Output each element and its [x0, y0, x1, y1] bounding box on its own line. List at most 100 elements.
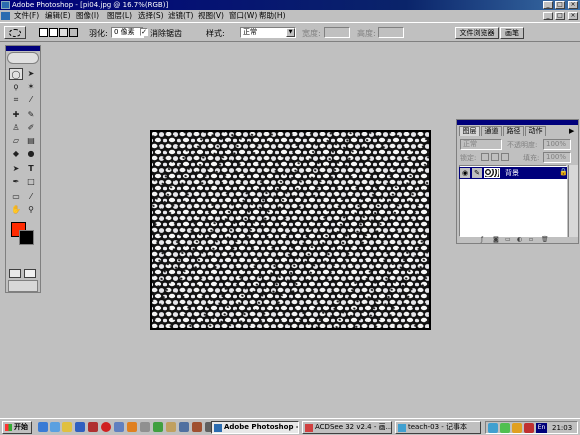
layer-row-background[interactable]: ◉ ✎ 背景 🔒: [459, 167, 568, 179]
image-canvas[interactable]: [150, 130, 431, 330]
quick-launch-icon-7[interactable]: [114, 422, 124, 432]
quick-launch-icon-4[interactable]: [75, 422, 85, 432]
photoshop-app-icon[interactable]: [1, 1, 10, 9]
path-selection-icon[interactable]: ➤: [9, 163, 23, 175]
quick-launch-icon-12[interactable]: [179, 422, 189, 432]
new-set-icon[interactable]: ▭: [505, 237, 511, 243]
menu-layer[interactable]: 图层(L): [107, 10, 132, 22]
notes-tool-icon[interactable]: ▭: [9, 191, 23, 203]
brush-link-icon[interactable]: ✎: [472, 168, 482, 178]
menu-edit[interactable]: 编辑(E): [45, 10, 71, 22]
tab-channels[interactable]: 通道: [481, 126, 502, 136]
blend-mode-select[interactable]: 正常: [460, 139, 502, 150]
lock-transparency-icon[interactable]: [481, 153, 489, 161]
width-input[interactable]: [324, 27, 350, 38]
healing-brush-icon[interactable]: ✚: [9, 109, 23, 121]
start-button[interactable]: 开始: [2, 421, 32, 434]
blur-tool-icon[interactable]: ◆: [9, 148, 23, 160]
magic-wand-icon[interactable]: ✶: [24, 81, 38, 93]
quick-launch-icon-13[interactable]: [192, 422, 202, 432]
menu-file[interactable]: 文件(F): [14, 10, 39, 22]
layer-mask-icon[interactable]: ◙: [493, 237, 499, 243]
slice-tool-icon[interactable]: ⁄: [24, 94, 38, 106]
menu-select[interactable]: 选择(S): [138, 10, 164, 22]
toolbox-title-bar[interactable]: [6, 46, 40, 51]
tab-layers[interactable]: 图层: [459, 126, 480, 136]
doc-close-button[interactable]: ×: [568, 12, 578, 20]
outlook-icon[interactable]: [62, 422, 72, 432]
antialias-checkbox[interactable]: ✓: [140, 28, 148, 36]
quick-launch-icon-6[interactable]: [101, 422, 111, 432]
quick-launch-icon-8[interactable]: [127, 422, 137, 432]
new-layer-icon[interactable]: ▫: [529, 237, 533, 243]
dodge-tool-icon[interactable]: ●: [24, 148, 38, 160]
history-brush-icon[interactable]: ✐: [24, 122, 38, 134]
lasso-tool-icon[interactable]: ϙ: [9, 81, 23, 93]
brushes-tab[interactable]: 画笔: [500, 27, 524, 39]
height-input[interactable]: [378, 27, 404, 38]
palette-title-bar[interactable]: [457, 120, 578, 125]
gradient-tool-icon[interactable]: ▤: [24, 135, 38, 147]
minimize-button[interactable]: _: [543, 1, 553, 9]
adjustment-layer-icon[interactable]: ◐: [517, 237, 522, 243]
type-tool-icon[interactable]: T: [24, 163, 38, 175]
add-selection-icon[interactable]: [49, 28, 58, 37]
quick-launch-icon-5[interactable]: [88, 422, 98, 432]
maximize-button[interactable]: □: [555, 1, 565, 9]
tray-icon-4[interactable]: [524, 423, 534, 433]
clock[interactable]: 21:03: [552, 423, 572, 433]
jump-to-imageready-icon[interactable]: [8, 280, 38, 292]
intersect-selection-icon[interactable]: [69, 28, 78, 37]
eraser-tool-icon[interactable]: ▱: [9, 135, 23, 147]
tab-actions[interactable]: 动作: [525, 126, 546, 136]
menu-view[interactable]: 视图(V): [198, 10, 224, 22]
quick-launch-icon-11[interactable]: [166, 422, 176, 432]
tray-icon-1[interactable]: [488, 423, 498, 433]
zoom-tool-icon[interactable]: ⚲: [24, 204, 38, 216]
task-photoshop[interactable]: Adobe Photoshop - [...: [211, 421, 299, 434]
chevron-down-icon[interactable]: ▼: [286, 28, 295, 37]
marquee-tool-icon[interactable]: ◯: [9, 68, 23, 80]
rectangle-tool-icon[interactable]: □: [24, 176, 38, 188]
desktop-icon[interactable]: [50, 422, 60, 432]
document-icon[interactable]: [1, 12, 10, 20]
adobe-online-logo[interactable]: [7, 52, 39, 64]
quick-mask-icon[interactable]: [24, 269, 36, 278]
tray-icon-2[interactable]: [500, 423, 510, 433]
hand-tool-icon[interactable]: ✋: [9, 204, 23, 216]
new-selection-icon[interactable]: [39, 28, 48, 37]
task-acdsee[interactable]: ACDSee 32 v2.4 - 画...: [302, 421, 392, 434]
quick-launch-icon-10[interactable]: [153, 422, 163, 432]
clone-stamp-icon[interactable]: ♙: [9, 122, 23, 134]
lock-position-icon[interactable]: [501, 153, 509, 161]
layer-style-icon[interactable]: ƒ: [481, 237, 483, 243]
ime-indicator[interactable]: En: [536, 423, 547, 433]
layers-scrollbar[interactable]: [568, 165, 578, 237]
crop-tool-icon[interactable]: ⌗: [9, 94, 23, 106]
quick-launch-icon-9[interactable]: [140, 422, 150, 432]
eye-icon[interactable]: ◉: [460, 168, 470, 178]
background-color-swatch[interactable]: [19, 230, 34, 245]
standard-mode-icon[interactable]: [9, 269, 21, 278]
eyedropper-icon[interactable]: ⁄: [24, 191, 38, 203]
menu-window[interactable]: 窗口(W): [229, 10, 257, 22]
tool-preset-picker[interactable]: [4, 26, 26, 39]
style-select[interactable]: 正常 ▼: [240, 27, 296, 38]
menu-image[interactable]: 图像(I): [76, 10, 99, 22]
pen-tool-icon[interactable]: ✒: [9, 176, 23, 188]
opacity-input[interactable]: 100%: [543, 139, 571, 150]
menu-filter[interactable]: 滤镜(T): [168, 10, 193, 22]
move-tool-icon[interactable]: ➤: [24, 68, 38, 80]
trash-icon[interactable]: 🗑: [541, 237, 549, 243]
ie-icon[interactable]: [38, 422, 48, 432]
menu-help[interactable]: 帮助(H): [259, 10, 286, 22]
subtract-selection-icon[interactable]: [59, 28, 68, 37]
tab-paths[interactable]: 路径: [503, 126, 524, 136]
file-browser-tab[interactable]: 文件浏览器: [455, 27, 499, 39]
close-button[interactable]: ×: [568, 1, 578, 9]
doc-minimize-button[interactable]: _: [543, 12, 553, 20]
task-notepad[interactable]: teach-03 - 记事本: [395, 421, 481, 434]
doc-restore-button[interactable]: □: [555, 12, 565, 20]
palette-menu-icon[interactable]: ▶: [569, 127, 574, 135]
tray-icon-3[interactable]: [512, 423, 522, 433]
